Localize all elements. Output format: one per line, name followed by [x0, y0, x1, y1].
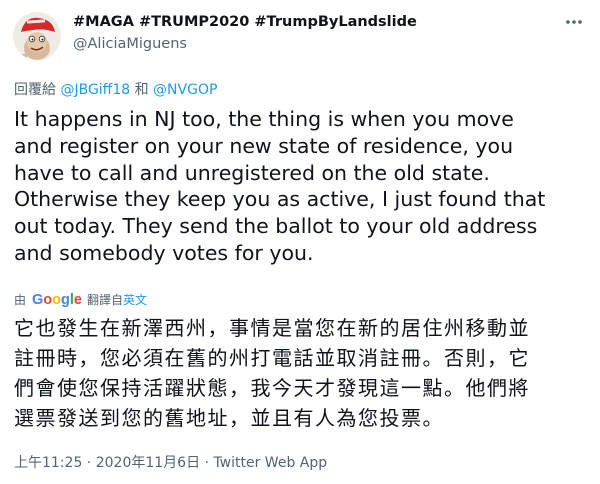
tweet-text-line: Otherwise they keep you as active, I jus… — [14, 187, 546, 212]
translated-text: 它也發生在新澤西州，事情是當您在新的居住州移動並 註冊時，您必須在舊的州打電話並… — [14, 313, 586, 433]
cartoon-avatar-icon — [13, 12, 61, 60]
tweet-meta: 上午11:25 · 2020年11月6日 · Twitter Web App — [14, 452, 327, 472]
mention-link[interactable]: @JBGiff18 — [60, 82, 130, 98]
translated-text-line: 選票發送到您的舊地址，並且有人為您投票。 — [14, 406, 444, 430]
tweet-date[interactable]: 2020年11月6日 — [96, 455, 200, 471]
handle[interactable]: @AliciaMiguens — [73, 36, 187, 52]
tweet-text-line: out today. They send the ballot to your … — [14, 214, 538, 239]
more-horizontal-icon — [566, 20, 582, 24]
tweet-text-line: and somebody votes for you. — [14, 240, 314, 265]
replying-to: 回覆給 @JBGiff18 和 @NVGOP — [14, 79, 217, 99]
meta-separator: · — [82, 455, 96, 471]
tweet-source: Twitter Web App — [213, 455, 328, 471]
translated-text-line: 它也發生在新澤西州，事情是當您在新的居住州移動並 — [14, 316, 530, 340]
tweet-text: It happens in NJ too, the thing is when … — [14, 106, 592, 267]
translated-from-label: 翻譯自 — [86, 293, 123, 307]
replying-connector: 和 — [134, 82, 149, 98]
tweet-text-line: It happens in NJ too, the thing is when … — [14, 107, 514, 131]
source-language-link[interactable]: 英文 — [123, 291, 147, 308]
replying-prefix: 回覆給 — [14, 82, 56, 98]
more-button[interactable] — [562, 10, 586, 34]
tweet-text-line: have to call and unregistered on the old… — [14, 160, 490, 185]
mention-link[interactable]: @NVGOP — [153, 82, 217, 98]
translation-attribution: 由 Google 翻譯自 英文 — [14, 291, 147, 308]
display-name[interactable]: #MAGA #TRUMP2020 #TrumpByLandslide — [73, 14, 417, 30]
tweet-text-line: and register on your new state of reside… — [14, 133, 514, 158]
avatar[interactable] — [13, 12, 61, 60]
translated-text-line: 們會使您保持活躍狀態，我今天才發現這一點。他們將 — [14, 376, 530, 400]
meta-separator: · — [200, 455, 214, 471]
tweet-time[interactable]: 上午11:25 — [14, 455, 82, 471]
google-logo: Google — [32, 291, 82, 308]
translated-text-line: 註冊時，您必須在舊的州打電話並取消註冊。否則，它 — [14, 346, 530, 370]
tweet: #MAGA #TRUMP2020 #TrumpByLandslide @Alic… — [0, 0, 600, 484]
translation-by-label: 由 — [14, 293, 27, 307]
